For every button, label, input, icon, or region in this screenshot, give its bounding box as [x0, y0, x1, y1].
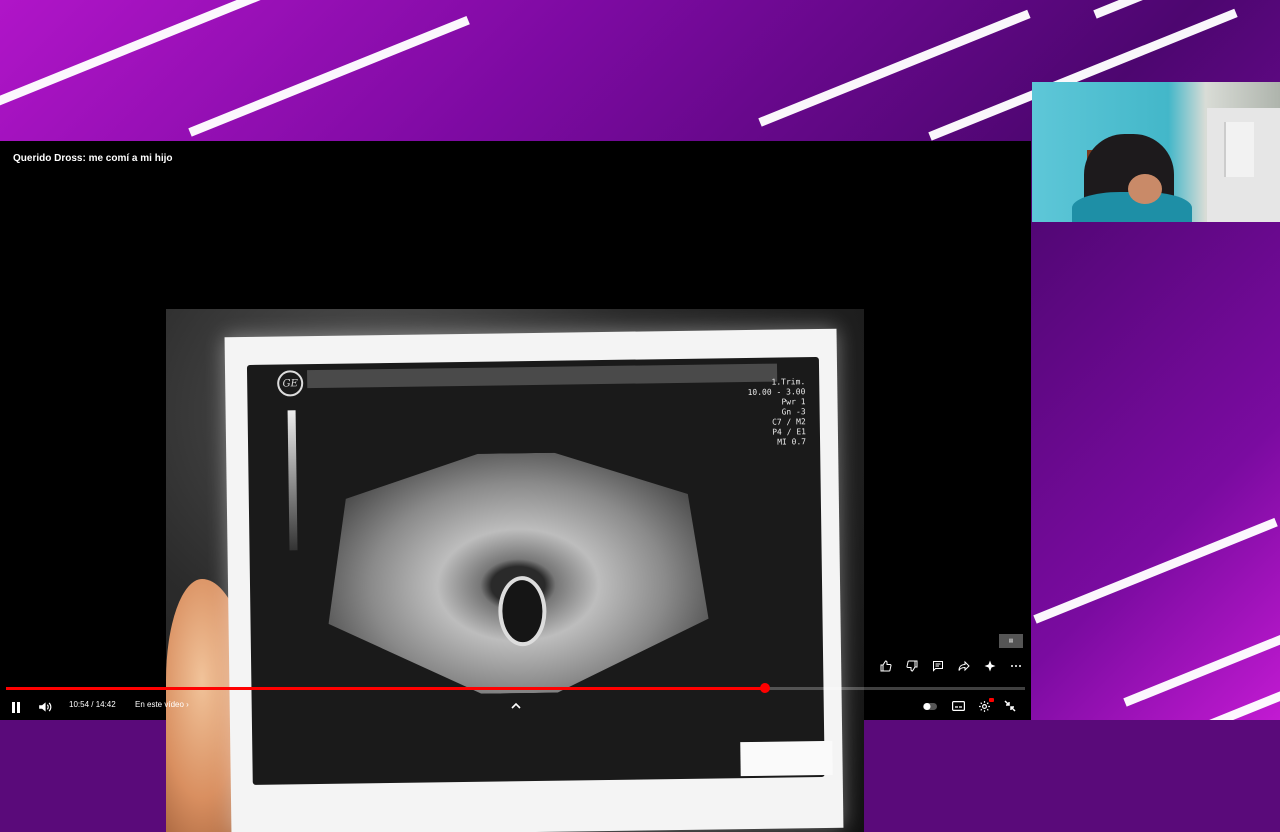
background-stripe	[1093, 0, 1273, 19]
comment-icon[interactable]	[928, 656, 948, 676]
progress-bar[interactable]	[6, 683, 1025, 693]
ultrasound-printout: GE 1.Trim. 10.00 - 3.00 Pwr 1 Gn -3 C7 /…	[224, 328, 844, 832]
subtitles-icon[interactable]	[950, 699, 966, 713]
progress-fill	[6, 687, 766, 690]
chevron-up-icon[interactable]	[509, 698, 523, 712]
volume-icon[interactable]	[37, 700, 53, 714]
gestational-sac	[497, 575, 547, 647]
like-icon[interactable]	[876, 656, 896, 676]
streamer-face	[1128, 174, 1162, 204]
autoplay-icon[interactable]	[922, 699, 938, 713]
pause-icon[interactable]	[9, 700, 23, 714]
hd-badge	[989, 698, 994, 702]
ultrasound-header	[307, 363, 778, 389]
exit-fullscreen-icon[interactable]	[1002, 699, 1018, 713]
redaction-box	[740, 740, 833, 777]
ultrasound-scan	[326, 451, 709, 696]
share-icon[interactable]	[954, 656, 974, 676]
more-icon[interactable]	[1006, 656, 1026, 676]
ge-logo-icon: GE	[277, 370, 304, 397]
video-player[interactable]: Querido Dross: me comí a mi hijo GE 1.Tr…	[0, 141, 1031, 832]
player-controls: 10:54 / 14:42 En este vídeo ›	[0, 694, 1031, 720]
video-frame[interactable]: GE 1.Trim. 10.00 - 3.00 Pwr 1 Gn -3 C7 /…	[166, 309, 864, 832]
webcam-overlay	[1032, 82, 1280, 222]
overlay-actions	[876, 656, 1026, 676]
ultrasound-screen: GE 1.Trim. 10.00 - 3.00 Pwr 1 Gn -3 C7 /…	[246, 357, 833, 785]
chapter-button[interactable]: En este vídeo ›	[135, 700, 189, 709]
video-title: Querido Dross: me comí a mi hijo	[13, 153, 173, 164]
background-stripe	[1208, 675, 1280, 720]
channel-watermark-icon[interactable]: ▦	[999, 634, 1023, 648]
remix-icon[interactable]	[980, 656, 1000, 676]
background-stripe	[188, 15, 470, 137]
gray-scale-bar	[287, 410, 298, 551]
settings-icon[interactable]	[976, 698, 994, 713]
background-stripe	[0, 0, 270, 109]
dislike-icon[interactable]	[902, 656, 922, 676]
time-display: 10:54 / 14:42	[69, 700, 116, 709]
background-stripe	[1123, 623, 1280, 707]
background-stripe	[1033, 517, 1278, 624]
ultrasound-readout: 1.Trim. 10.00 - 3.00 Pwr 1 Gn -3 C7 / M2…	[747, 377, 807, 447]
webcam-curtain	[1224, 122, 1254, 177]
chapter-label: En este vídeo	[135, 700, 184, 709]
